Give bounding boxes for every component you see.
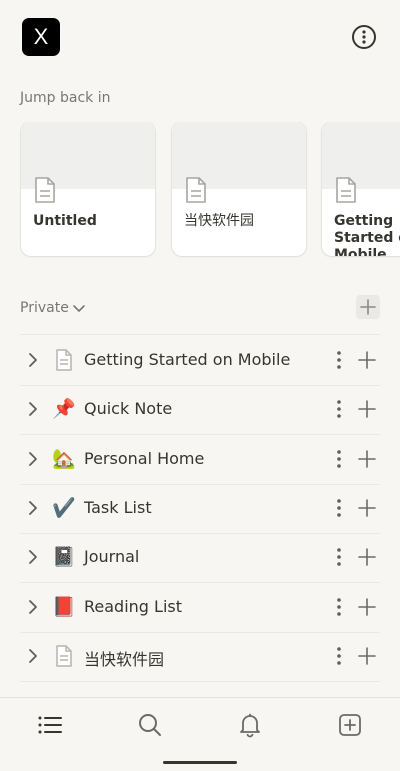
page-row[interactable]: Getting Started on Mobile <box>20 336 380 386</box>
workspace-initial: X <box>33 24 49 49</box>
document-icon <box>336 177 356 203</box>
chevron-right-icon[interactable] <box>26 450 40 468</box>
page-row[interactable]: 当快软件园 <box>20 632 380 682</box>
add-subpage-icon[interactable] <box>358 449 376 468</box>
house-icon: 🏡 <box>52 447 76 470</box>
more-icon[interactable] <box>332 497 346 519</box>
jump-back-heading: Jump back in <box>20 90 111 106</box>
add-subpage-icon[interactable] <box>358 400 376 419</box>
red-book-icon: 📕 <box>52 595 76 618</box>
pushpin-icon: 📌 <box>52 398 76 421</box>
chevron-down-icon <box>73 305 85 312</box>
divider <box>20 334 380 335</box>
home-list-icon[interactable] <box>37 712 63 738</box>
card-title: Getting Started on Mobile <box>334 213 400 256</box>
add-subpage-icon[interactable] <box>358 597 376 616</box>
chevron-right-icon[interactable] <box>26 400 40 418</box>
add-subpage-icon[interactable] <box>358 351 376 369</box>
home-indicator <box>163 761 237 764</box>
notebook-icon: 📓 <box>52 546 76 569</box>
more-options-icon[interactable] <box>351 24 377 50</box>
chevron-right-icon[interactable] <box>26 351 40 369</box>
document-icon <box>52 644 76 668</box>
page-title: 当快软件园 <box>84 649 165 669</box>
add-subpage-icon[interactable] <box>358 499 376 517</box>
chevron-right-icon[interactable] <box>26 548 40 566</box>
document-icon <box>35 177 55 203</box>
add-private-page-button[interactable] <box>356 295 380 319</box>
page-title: Getting Started on Mobile <box>84 350 291 369</box>
document-icon <box>186 177 206 203</box>
recent-pages-carousel[interactable]: Untitled 当快软件园 Getting Started on Mobile <box>0 122 400 258</box>
workspace-switcher[interactable]: X <box>22 18 60 56</box>
search-icon[interactable] <box>137 712 163 738</box>
more-icon[interactable] <box>332 645 346 667</box>
page-row[interactable]: 🏡 Personal Home <box>20 435 380 485</box>
page-row[interactable]: ✔️ Task List <box>20 484 380 534</box>
page-title: Quick Note <box>84 399 173 419</box>
recent-page-card[interactable]: Untitled <box>21 122 155 256</box>
add-subpage-icon[interactable] <box>358 646 376 665</box>
more-icon[interactable] <box>332 398 346 420</box>
recent-page-card[interactable]: Getting Started on Mobile <box>322 122 400 256</box>
bell-icon[interactable] <box>237 712 263 738</box>
chevron-right-icon[interactable] <box>26 499 40 517</box>
page-title: Reading List <box>84 596 182 616</box>
new-page-icon[interactable] <box>337 712 363 738</box>
more-icon[interactable] <box>332 546 346 568</box>
top-bar: X <box>0 0 400 80</box>
private-label: Private <box>20 300 69 316</box>
card-title: 当快软件园 <box>184 213 254 229</box>
document-icon <box>52 348 76 372</box>
page-title: Personal Home <box>84 448 205 468</box>
private-section-header[interactable]: Private <box>20 295 380 320</box>
card-title: Untitled <box>33 213 97 229</box>
page-row[interactable]: 📓 Journal <box>20 533 380 584</box>
chevron-right-icon[interactable] <box>26 647 40 665</box>
more-icon[interactable] <box>332 448 346 470</box>
page-row[interactable]: 📕 Reading List <box>20 583 380 633</box>
chevron-right-icon[interactable] <box>26 598 40 616</box>
page-title: Journal <box>84 547 140 567</box>
more-icon[interactable] <box>332 349 346 371</box>
page-row[interactable]: 📌 Quick Note <box>20 385 380 436</box>
checkmark-icon: ✔️ <box>52 496 76 519</box>
add-subpage-icon[interactable] <box>358 548 376 566</box>
more-icon[interactable] <box>332 596 346 618</box>
bottom-nav <box>0 697 400 771</box>
page-title: Task List <box>84 497 152 517</box>
recent-page-card[interactable]: 当快软件园 <box>172 122 306 256</box>
